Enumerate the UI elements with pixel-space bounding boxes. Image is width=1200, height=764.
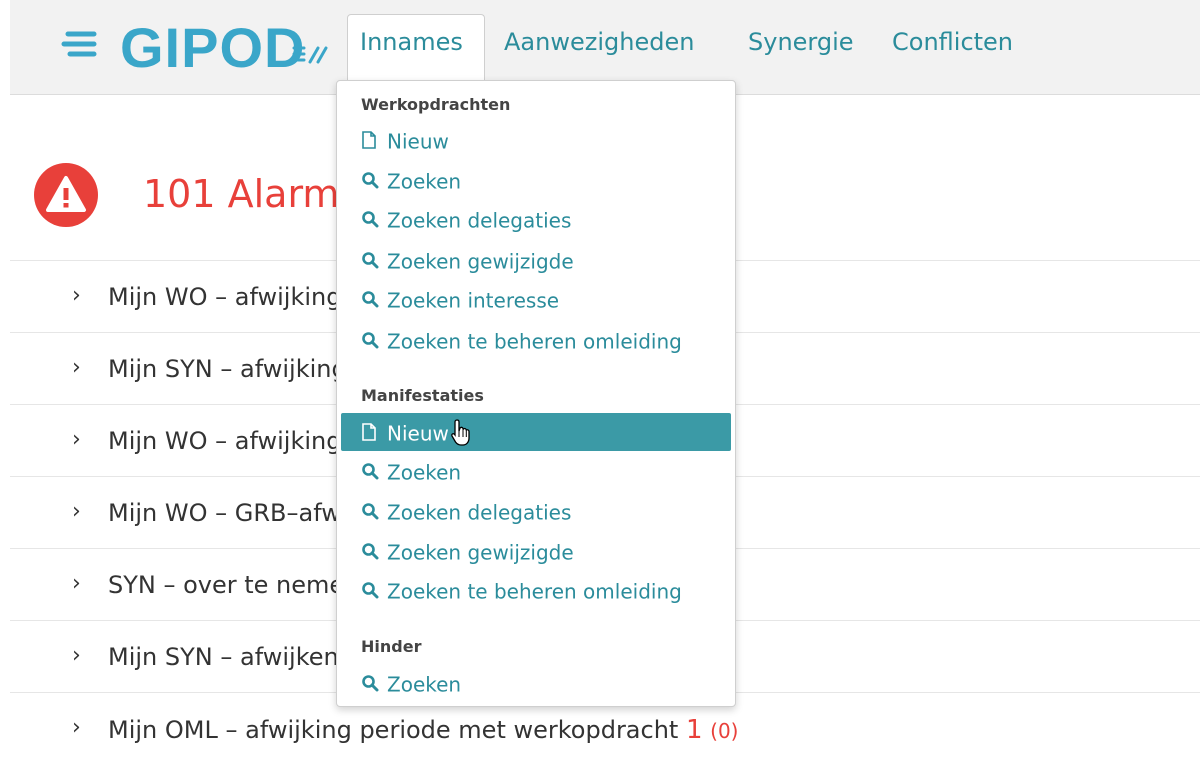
menu-item-werkopdrachten-nieuw[interactable]: Nieuw bbox=[341, 121, 731, 159]
innames-dropdown-menu: Werkopdrachten Nieuw Zoeken Zoeken deleg… bbox=[336, 80, 736, 707]
menu-item-werkopdrachten-zoeken-interesse[interactable]: Zoeken interesse bbox=[341, 280, 731, 318]
menu-item-werkopdrachten-zoeken-omleiding[interactable]: Zoeken te beheren omleiding bbox=[341, 321, 731, 359]
logo-figures-icon bbox=[292, 46, 328, 64]
menu-item-label: Zoeken delegaties bbox=[387, 208, 572, 233]
file-icon bbox=[361, 415, 387, 453]
chevron-right-icon[interactable]: › bbox=[72, 571, 81, 596]
row-label: Mijn SYN – afwijkend bbox=[108, 643, 354, 671]
section-header-werkopdrachten: Werkopdrachten bbox=[361, 95, 511, 114]
search-icon bbox=[361, 243, 387, 281]
menu-item-label: Zoeken bbox=[387, 169, 462, 194]
menu-item-label: Nieuw bbox=[387, 421, 449, 446]
search-icon bbox=[361, 163, 387, 201]
file-icon bbox=[361, 123, 387, 161]
section-header-hinder: Hinder bbox=[361, 637, 422, 656]
menu-item-manifestaties-zoeken-omleiding[interactable]: Zoeken te beheren omleiding bbox=[341, 571, 731, 609]
row-count-sub: (0) bbox=[710, 719, 739, 743]
menu-item-manifestaties-zoeken-delegaties[interactable]: Zoeken delegaties bbox=[341, 492, 731, 530]
chevron-right-icon[interactable]: › bbox=[72, 643, 81, 668]
menu-item-label: Zoeken bbox=[387, 672, 462, 697]
menu-item-label: Zoeken delegaties bbox=[387, 500, 572, 525]
row-label: Mijn WO – afwijking bbox=[108, 427, 342, 455]
menu-item-werkopdrachten-zoeken-gewijzigde[interactable]: Zoeken gewijzigde bbox=[341, 241, 731, 279]
warning-icon bbox=[34, 163, 98, 227]
menu-item-label: Zoeken te beheren omleiding bbox=[387, 329, 682, 354]
menu-item-werkopdrachten-zoeken-delegaties[interactable]: Zoeken delegaties bbox=[341, 200, 731, 238]
row-label: Mijn SYN – afwijking bbox=[108, 355, 347, 383]
chevron-right-icon[interactable]: › bbox=[72, 499, 81, 524]
nav-tab-synergie[interactable]: Synergie bbox=[748, 28, 854, 56]
row-label-text: Mijn OML – afwijking periode met werkopd… bbox=[108, 716, 679, 744]
search-icon bbox=[361, 202, 387, 240]
logo-text: GIPOD bbox=[120, 16, 306, 79]
menu-item-manifestaties-zoeken-gewijzigde[interactable]: Zoeken gewijzigde bbox=[341, 532, 731, 570]
row-count: 1 bbox=[685, 715, 703, 745]
search-icon bbox=[361, 282, 387, 320]
search-icon bbox=[361, 534, 387, 572]
chevron-right-icon[interactable]: › bbox=[72, 427, 81, 452]
menu-item-label: Zoeken te beheren omleiding bbox=[387, 579, 682, 604]
chevron-right-icon[interactable]: › bbox=[72, 283, 81, 308]
menu-item-manifestaties-nieuw[interactable]: Nieuw bbox=[341, 413, 731, 451]
search-icon bbox=[361, 323, 387, 361]
chevron-right-icon[interactable]: › bbox=[72, 355, 81, 380]
row-label: SYN – over te nemen bbox=[108, 571, 360, 599]
logo-speed-lines-icon bbox=[61, 31, 97, 57]
hand-cursor-icon bbox=[450, 418, 474, 452]
nav-tab-innames[interactable]: Innames bbox=[360, 28, 463, 56]
nav-tab-aanwezigheden[interactable]: Aanwezigheden bbox=[504, 28, 694, 56]
menu-item-label: Nieuw bbox=[387, 129, 449, 154]
nav-tab-conflicten[interactable]: Conflicten bbox=[892, 28, 1013, 56]
section-header-manifestaties: Manifestaties bbox=[361, 386, 484, 405]
menu-item-hinder-zoeken[interactable]: Zoeken bbox=[341, 664, 731, 702]
menu-item-label: Zoeken gewijzigde bbox=[387, 249, 574, 274]
menu-item-label: Zoeken bbox=[387, 460, 462, 485]
row-label: Mijn OML – afwijking periode met werkopd… bbox=[108, 715, 739, 745]
menu-item-manifestaties-zoeken[interactable]: Zoeken bbox=[341, 452, 731, 490]
row-label: Mijn WO – afwijking bbox=[108, 283, 342, 311]
search-icon bbox=[361, 573, 387, 611]
menu-item-werkopdrachten-zoeken[interactable]: Zoeken bbox=[341, 161, 731, 199]
search-icon bbox=[361, 454, 387, 492]
menu-item-label: Zoeken gewijzigde bbox=[387, 540, 574, 565]
chevron-right-icon[interactable]: › bbox=[72, 715, 81, 740]
search-icon bbox=[361, 494, 387, 532]
search-icon bbox=[361, 666, 387, 704]
menu-item-label: Zoeken interesse bbox=[387, 288, 560, 313]
